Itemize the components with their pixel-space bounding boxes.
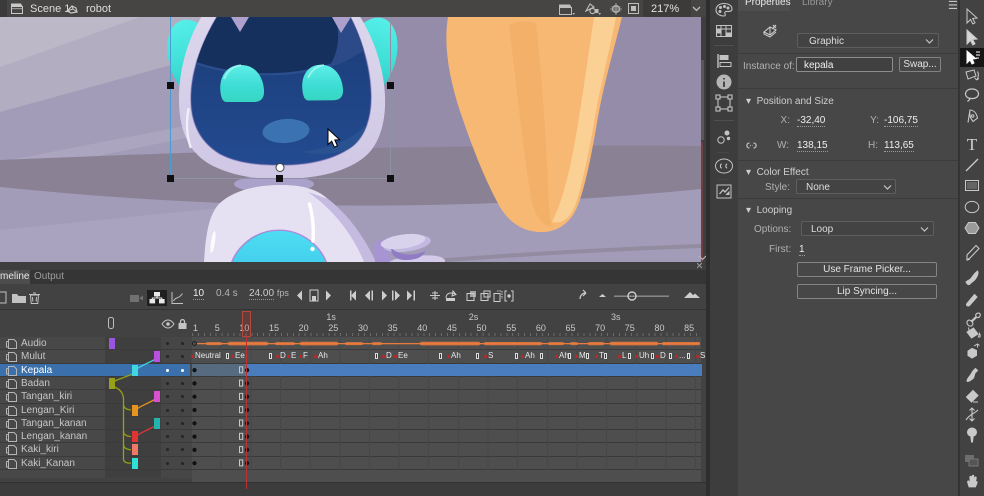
svg-text:T: T (967, 135, 978, 154)
